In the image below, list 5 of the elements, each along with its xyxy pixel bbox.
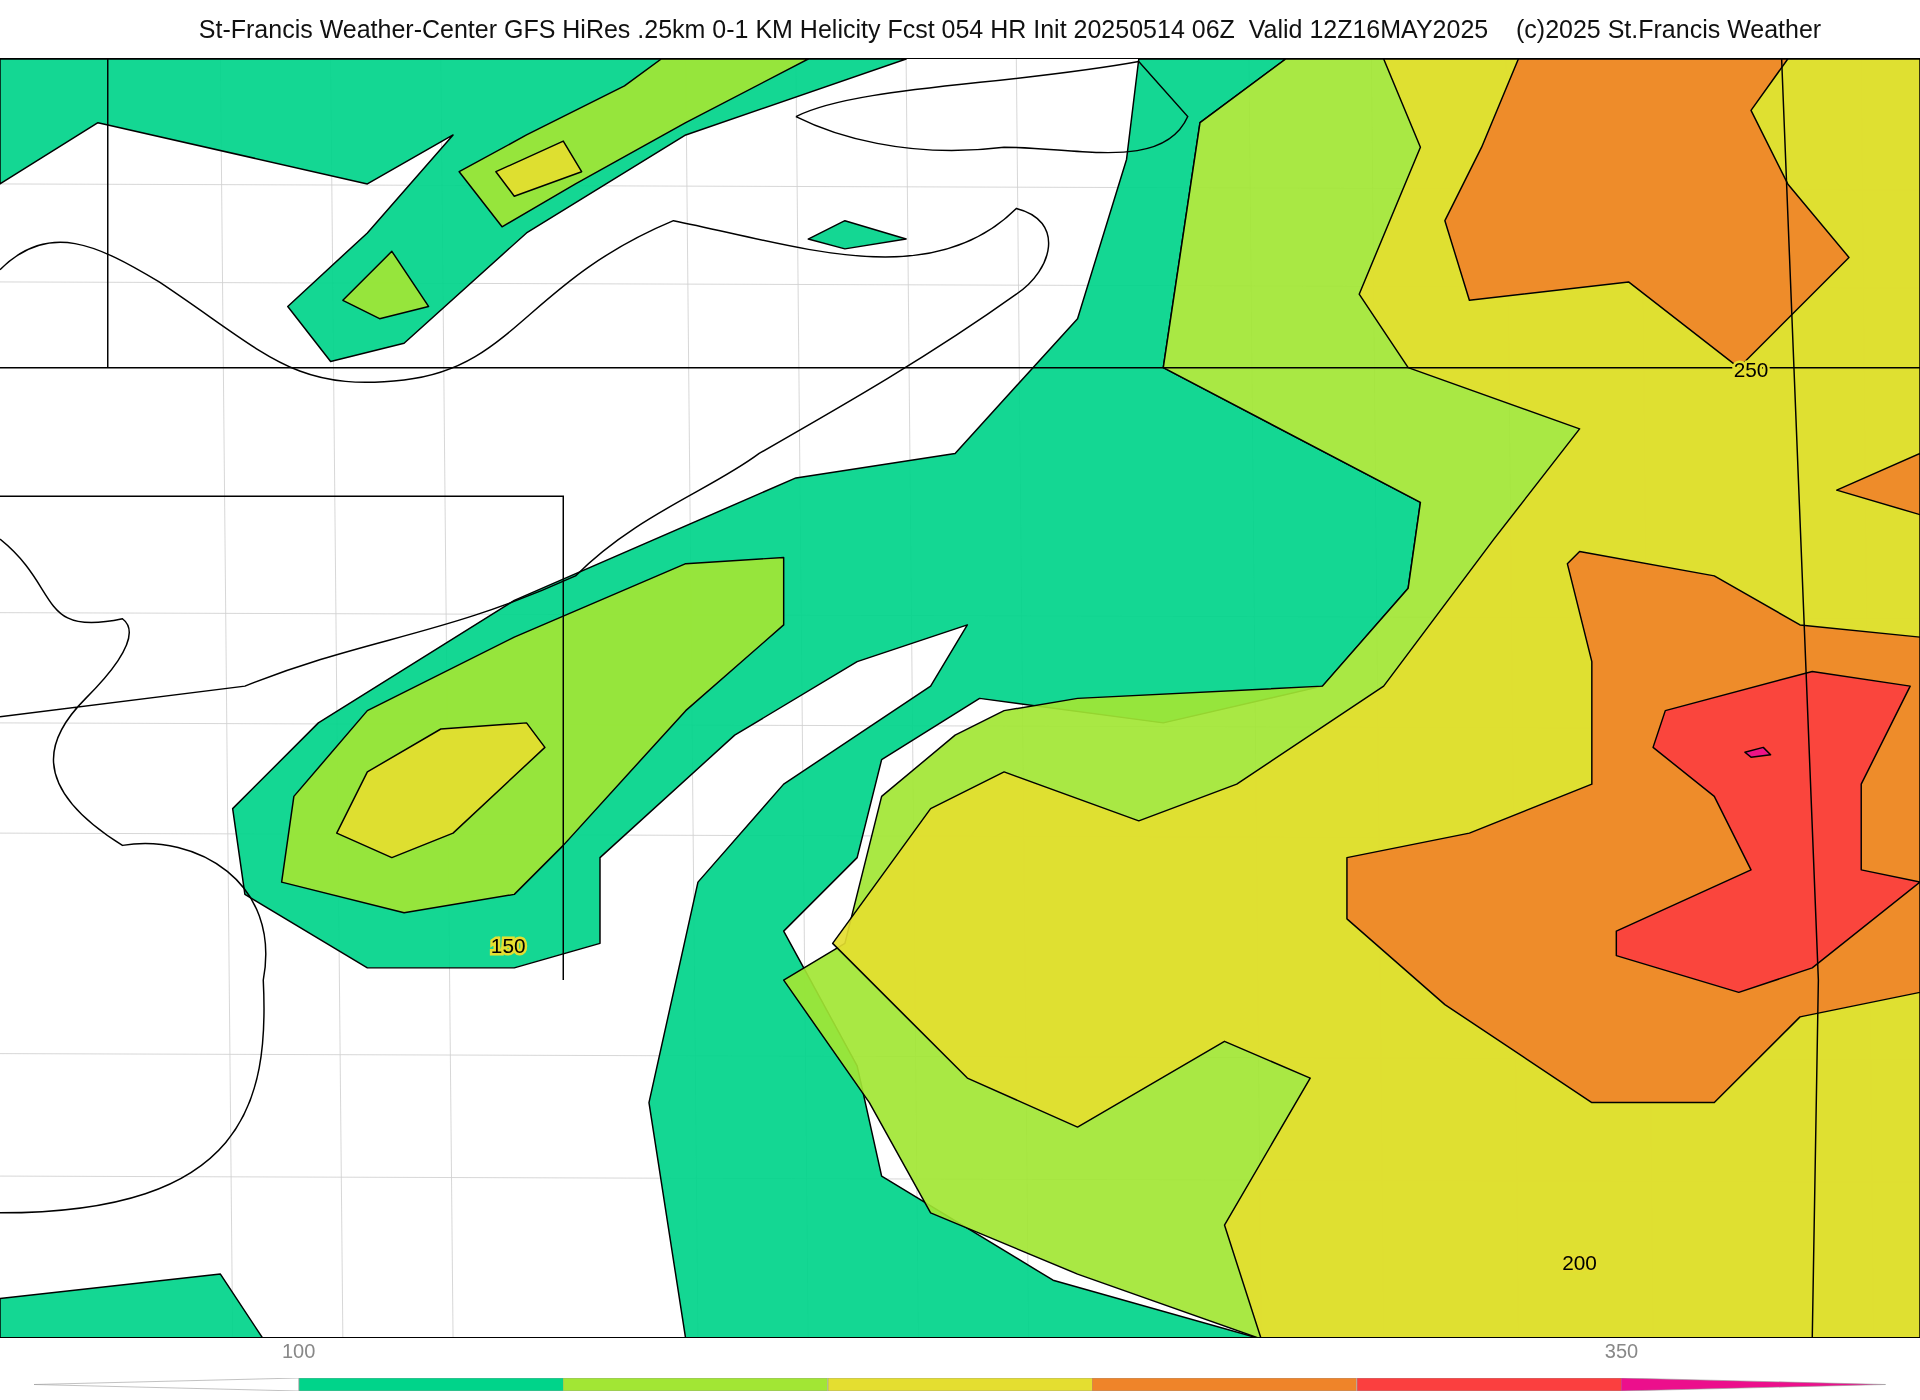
contour-label: 200 [1562,1251,1597,1275]
colorbar-tick-label: 350 [1604,1340,1639,1363]
contour-label: 150 [490,934,526,958]
colorbar-tick-label: 100 [281,1340,316,1363]
map-title: St-Francis Weather-Center GFS HiRes .25km 0-1 KM Helicity Fcst 054 HR Init 20250514 06Z Valid 12Z16MAY2025 (c)2025 St.Francis Weather [198,14,1822,44]
